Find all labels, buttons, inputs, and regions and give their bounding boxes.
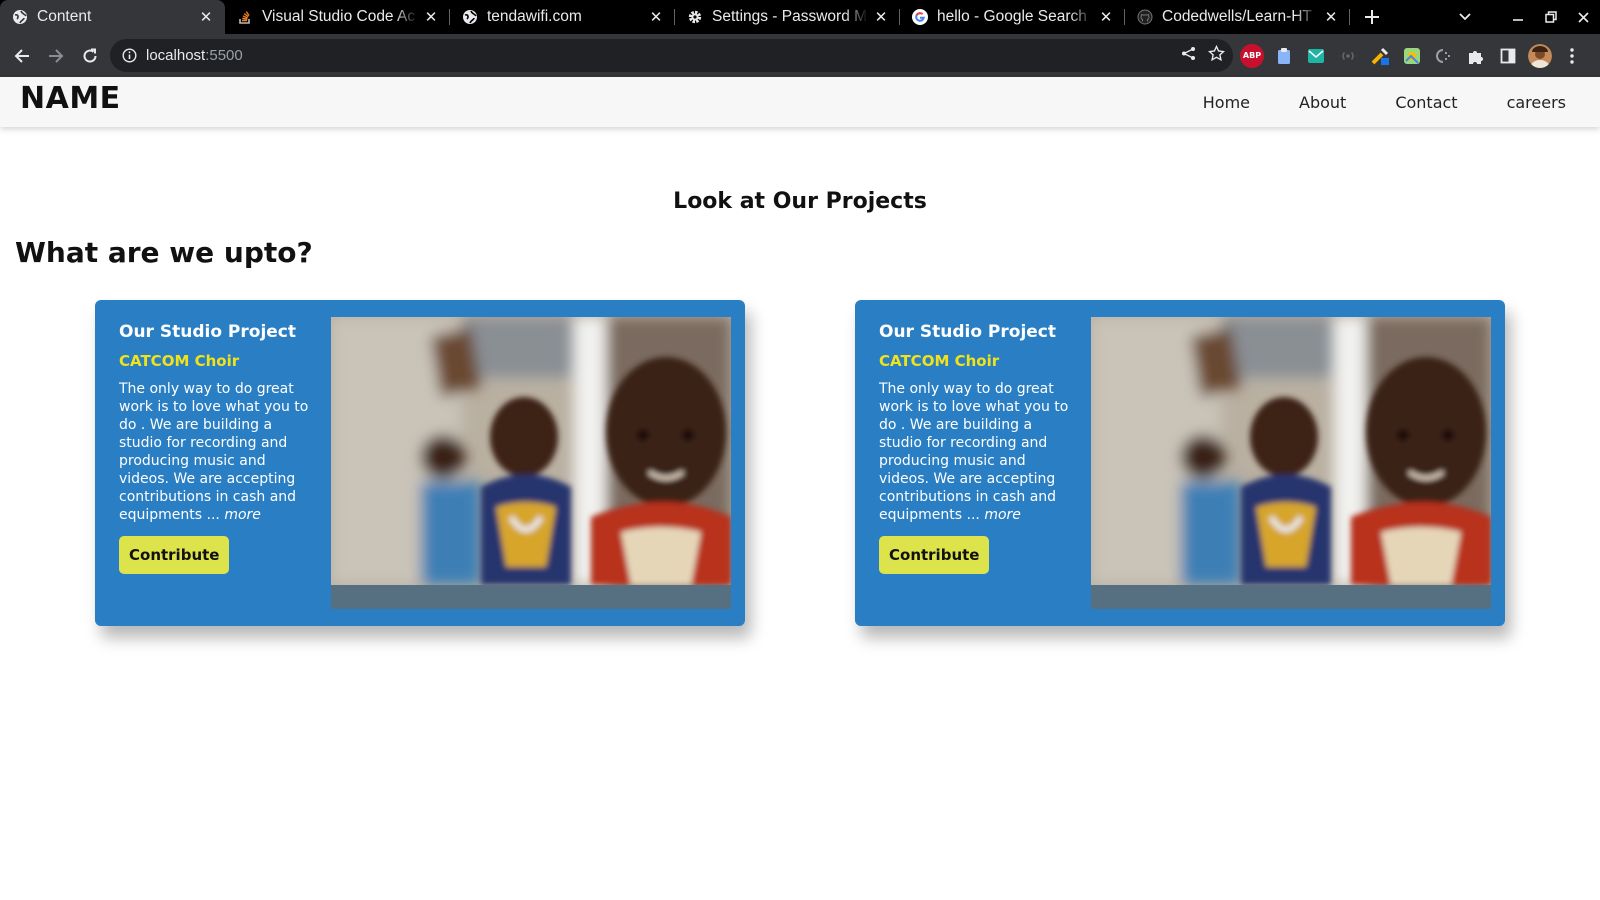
card-description: The only way to do great work is to love…	[879, 380, 1069, 524]
tab-title: Settings - Password M	[712, 8, 868, 25]
children-photo	[331, 317, 731, 585]
card-description: The only way to do great work is to love…	[119, 380, 309, 524]
close-icon[interactable]: ✕	[422, 8, 440, 26]
contribute-button[interactable]: Contribute	[119, 536, 230, 574]
site-brand[interactable]: NAME	[20, 81, 121, 116]
browser-toolbar: localhost:5500 ABP	[0, 34, 1600, 77]
card-title: Our Studio Project	[879, 322, 1057, 342]
gear-icon	[687, 9, 703, 25]
tab-title: Content	[37, 8, 92, 25]
web-page: NAME Home About Contact careers Look at …	[0, 77, 1600, 900]
plus-icon	[1365, 10, 1379, 24]
card-subtitle: CATCOM Choir	[119, 352, 240, 370]
tab-title: tendawifi.com	[487, 8, 582, 25]
card-body-text: The only way to do great work is to love…	[119, 381, 309, 523]
tab-google-search[interactable]: hello - Google Search ✕	[900, 0, 1125, 34]
card-body-text: The only way to do great work is to love…	[879, 381, 1069, 523]
close-icon[interactable]: ✕	[197, 8, 215, 26]
nav-link-about[interactable]: About	[1299, 93, 1346, 112]
minimize-icon	[1512, 19, 1523, 21]
email-icon[interactable]	[1304, 44, 1328, 68]
tab-github[interactable]: Codedwells/Learn-HT ✕	[1125, 0, 1350, 34]
back-button[interactable]	[7, 41, 37, 71]
card-text: Our Studio Project CATCOM Choir The only…	[879, 322, 1069, 574]
nav-link-contact[interactable]: Contact	[1395, 93, 1457, 112]
share-icon[interactable]	[1181, 46, 1196, 65]
card-text: Our Studio Project CATCOM Choir The only…	[119, 322, 309, 574]
more-link[interactable]: more	[224, 507, 261, 523]
extensions-bar: ABP	[1240, 39, 1584, 72]
google-icon	[912, 9, 928, 25]
globe-icon	[12, 9, 28, 25]
nav-links: Home About Contact careers	[1154, 77, 1566, 127]
new-tab-button[interactable]	[1354, 0, 1390, 34]
contribute-button[interactable]: Contribute	[879, 536, 990, 574]
tab-settings[interactable]: Settings - Password M ✕	[675, 0, 900, 34]
profile-avatar[interactable]	[1528, 43, 1552, 68]
close-icon[interactable]: ✕	[1097, 8, 1115, 26]
browser-tab-strip: Content ✕ Visual Studio Code Ac ✕ tendaw…	[0, 0, 1600, 34]
card-photo	[331, 317, 731, 609]
restore-icon	[1544, 11, 1557, 23]
close-icon[interactable]: ✕	[647, 8, 665, 26]
nav-link-home[interactable]: Home	[1203, 93, 1250, 112]
tab-vscode[interactable]: Visual Studio Code Ac ✕	[225, 0, 450, 34]
children-photo	[1091, 317, 1491, 585]
page-heading: What are we upto?	[15, 236, 313, 269]
nav-link-careers[interactable]: careers	[1507, 93, 1566, 112]
restore-button[interactable]	[1534, 0, 1567, 34]
broadcast-icon[interactable]	[1336, 44, 1360, 68]
window-controls	[1448, 0, 1600, 34]
bookmark-star-icon[interactable]	[1207, 44, 1226, 66]
card-subtitle: CATCOM Choir	[879, 352, 1000, 370]
arrow-right-icon	[49, 48, 64, 63]
tab-tendawifi[interactable]: tendawifi.com ✕	[450, 0, 675, 34]
puzzle-icon[interactable]	[1464, 44, 1488, 68]
forward-button[interactable]	[41, 41, 71, 71]
reload-icon	[83, 48, 97, 63]
close-icon[interactable]: ✕	[872, 8, 890, 26]
tab-title: Visual Studio Code Ac	[262, 8, 416, 25]
close-icon[interactable]: ✕	[1322, 8, 1340, 26]
tab-content[interactable]: Content ✕	[0, 0, 225, 34]
eyedropper-icon[interactable]	[1368, 44, 1392, 68]
menu-icon[interactable]	[1560, 44, 1584, 68]
stackoverflow-icon	[237, 9, 253, 25]
side-panel-icon[interactable]	[1496, 44, 1520, 68]
tab-title: hello - Google Search	[937, 8, 1087, 25]
card-photo	[1091, 317, 1491, 609]
close-window-button[interactable]	[1567, 0, 1600, 34]
globe-icon	[462, 9, 478, 25]
abp-icon[interactable]: ABP	[1240, 43, 1264, 68]
map-icon[interactable]	[1400, 44, 1424, 68]
tab-title: Codedwells/Learn-HT	[1162, 8, 1312, 25]
info-icon[interactable]	[120, 47, 138, 65]
url-host: localhost	[146, 47, 206, 64]
tab-search-button[interactable]	[1448, 0, 1481, 34]
project-card: Our Studio Project CATCOM Choir The only…	[95, 300, 745, 626]
arrow-left-icon	[14, 48, 29, 63]
minimize-button[interactable]	[1501, 0, 1534, 34]
project-card: Our Studio Project CATCOM Choir The only…	[855, 300, 1505, 626]
card-title: Our Studio Project	[119, 322, 297, 342]
clipboard-icon[interactable]	[1272, 44, 1296, 68]
url-port: :5500	[205, 47, 243, 64]
site-navbar: NAME Home About Contact careers	[0, 77, 1600, 127]
section-title: Look at Our Projects	[673, 189, 927, 214]
more-link[interactable]: more	[984, 507, 1021, 523]
chevron-down-icon	[1458, 13, 1471, 21]
address-bar[interactable]: localhost:5500	[110, 39, 1233, 72]
reload-button[interactable]	[75, 41, 105, 71]
close-icon	[1578, 11, 1589, 23]
github-icon	[1137, 9, 1153, 25]
code-icon[interactable]	[1432, 44, 1456, 68]
